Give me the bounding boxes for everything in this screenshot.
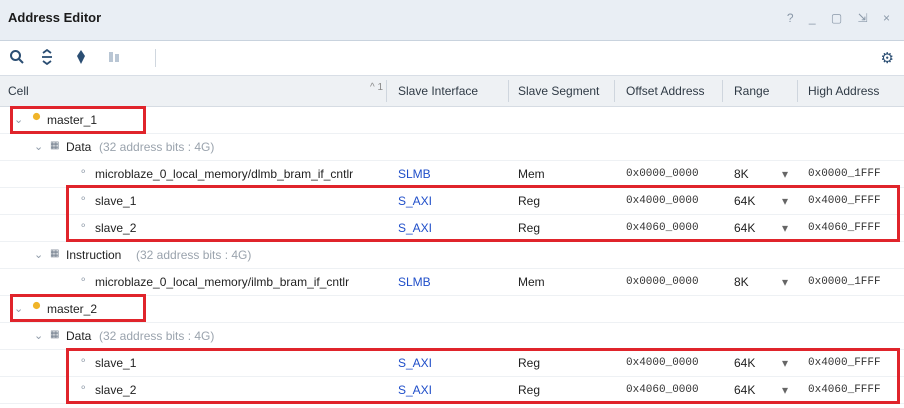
chevron-down-icon[interactable]: ⌄ <box>34 248 43 261</box>
table-row[interactable]: ⚬ slave_2 S_AXI Reg 0x4060_0000 64K ▾ 0x… <box>0 215 904 242</box>
offset-address[interactable]: 0x4060_0000 <box>626 384 699 396</box>
slave-segment: Reg <box>518 383 541 397</box>
column-header-slave-segment[interactable]: Slave Segment <box>518 84 599 98</box>
column-header-high-address[interactable]: High Address <box>808 84 879 98</box>
slave-interface-link[interactable]: SLMB <box>398 167 431 181</box>
table-row[interactable]: ⚬ slave_2 S_AXI Reg 0x4060_0000 64K ▾ 0x… <box>0 377 904 404</box>
high-address: 0x0000_1FFF <box>808 168 881 180</box>
tree-row-address-space[interactable]: ⌄ ▦ Data (32 address bits : 4G) <box>0 134 904 161</box>
high-address: 0x4000_FFFF <box>808 195 881 207</box>
table-row[interactable]: ⚬ microblaze_0_local_memory/ilmb_bram_if… <box>0 269 904 296</box>
chevron-down-icon[interactable]: ⌄ <box>14 113 23 126</box>
column-header-slave-interface[interactable]: Slave Interface <box>398 84 478 98</box>
leaf-icon: ⚬ <box>79 383 88 394</box>
tree-row-address-space[interactable]: ⌄ ▦ Instruction (32 address bits : 4G) <box>0 242 904 269</box>
cell-label: microblaze_0_local_memory/dlmb_bram_if_c… <box>95 167 354 181</box>
address-space-note: (32 address bits : 4G) <box>99 329 215 343</box>
slave-segment: Mem <box>518 167 545 181</box>
leaf-icon: ⚬ <box>79 167 88 178</box>
slave-segment: Reg <box>518 356 541 370</box>
chevron-down-icon[interactable]: ⌄ <box>34 140 43 153</box>
window-titlebar: Address Editor ? _ ▢ ⇲ × <box>0 0 904 41</box>
toolbar-separator <box>155 49 156 67</box>
window-title: Address Editor <box>8 10 102 25</box>
range-dropdown-icon[interactable]: ▾ <box>782 275 788 289</box>
range-value[interactable]: 64K <box>734 383 755 397</box>
address-space-note: (32 address bits : 4G) <box>136 248 252 262</box>
offset-address[interactable]: 0x4000_0000 <box>626 195 699 207</box>
cell-label: slave_2 <box>95 383 137 397</box>
range-dropdown-icon[interactable]: ▾ <box>782 194 788 208</box>
range-dropdown-icon[interactable]: ▾ <box>782 167 788 181</box>
leaf-icon: ⚬ <box>79 356 88 367</box>
leaf-icon: ⚬ <box>79 221 88 232</box>
tree-row-master[interactable]: ⌄ master_2 <box>0 296 904 323</box>
range-value[interactable]: 64K <box>734 194 755 208</box>
slave-segment: Mem <box>518 275 545 289</box>
slave-segment: Reg <box>518 221 541 235</box>
sort-indicator-icon: ^ 1 <box>370 82 384 93</box>
address-space-label: Data <box>66 329 92 343</box>
column-header-range[interactable]: Range <box>734 84 769 98</box>
offset-address[interactable]: 0x4000_0000 <box>626 357 699 369</box>
address-space-label: Instruction <box>66 248 122 262</box>
cell-label: slave_2 <box>95 221 137 235</box>
range-dropdown-icon[interactable]: ▾ <box>782 383 788 397</box>
slave-interface-link[interactable]: S_AXI <box>398 221 432 235</box>
offset-address[interactable]: 0x0000_0000 <box>626 168 699 180</box>
chevron-down-icon[interactable]: ⌄ <box>14 302 23 315</box>
range-dropdown-icon[interactable]: ▾ <box>782 221 788 235</box>
high-address: 0x0000_1FFF <box>808 276 881 288</box>
slave-interface-link[interactable]: S_AXI <box>398 356 432 370</box>
address-space-icon: ▦ <box>50 329 60 340</box>
range-value[interactable]: 64K <box>734 356 755 370</box>
expand-icon[interactable] <box>72 49 90 67</box>
column-header-cell[interactable]: Cell <box>8 84 29 98</box>
cell-label: slave_1 <box>95 356 137 370</box>
table-header: Cell ^ 1 Slave Interface Slave Segment O… <box>0 76 904 107</box>
high-address: 0x4060_FFFF <box>808 222 881 234</box>
address-space-note: (32 address bits : 4G) <box>99 140 215 154</box>
master-label: master_1 <box>47 113 98 127</box>
leaf-icon: ⚬ <box>79 275 88 286</box>
slave-interface-link[interactable]: S_AXI <box>398 194 432 208</box>
range-value[interactable]: 64K <box>734 221 755 235</box>
range-value[interactable]: 8K <box>734 275 749 289</box>
offset-address[interactable]: 0x0000_0000 <box>626 276 699 288</box>
toolbar: ⚙ <box>0 41 904 76</box>
table-row[interactable]: ⚬ slave_1 S_AXI Reg 0x4000_0000 64K ▾ 0x… <box>0 188 904 215</box>
slave-interface-link[interactable]: S_AXI <box>398 383 432 397</box>
cell-label: microblaze_0_local_memory/ilmb_bram_if_c… <box>95 275 350 289</box>
range-dropdown-icon[interactable]: ▾ <box>782 356 788 370</box>
search-icon[interactable] <box>8 49 26 67</box>
address-space-label: Data <box>66 140 92 154</box>
high-address: 0x4060_FFFF <box>808 384 881 396</box>
collapse-all-icon[interactable] <box>38 48 56 67</box>
chevron-down-icon[interactable]: ⌄ <box>34 329 43 342</box>
slave-interface-link[interactable]: SLMB <box>398 275 431 289</box>
address-space-icon: ▦ <box>50 248 60 259</box>
settings-icon[interactable]: ⚙ <box>881 49 894 67</box>
column-header-offset-address[interactable]: Offset Address <box>626 84 705 98</box>
high-address: 0x4000_FFFF <box>808 357 881 369</box>
tree-row-address-space[interactable]: ⌄ ▦ Data (32 address bits : 4G) <box>0 323 904 350</box>
tree-row-master[interactable]: ⌄ master_1 <box>0 107 904 134</box>
offset-address[interactable]: 0x4060_0000 <box>626 222 699 234</box>
leaf-icon: ⚬ <box>79 194 88 205</box>
range-value[interactable]: 8K <box>734 167 749 181</box>
table-row[interactable]: ⚬ microblaze_0_local_memory/dlmb_bram_if… <box>0 161 904 188</box>
slave-segment: Reg <box>518 194 541 208</box>
assign-address-icon[interactable] <box>105 49 123 67</box>
cell-label: slave_1 <box>95 194 137 208</box>
master-label: master_2 <box>47 302 98 316</box>
window-controls[interactable]: ? _ ▢ ⇲ × <box>787 11 896 25</box>
master-icon <box>32 112 41 121</box>
address-space-icon: ▦ <box>50 140 60 151</box>
table-row[interactable]: ⚬ slave_1 S_AXI Reg 0x4000_0000 64K ▾ 0x… <box>0 350 904 377</box>
master-icon <box>32 301 41 310</box>
